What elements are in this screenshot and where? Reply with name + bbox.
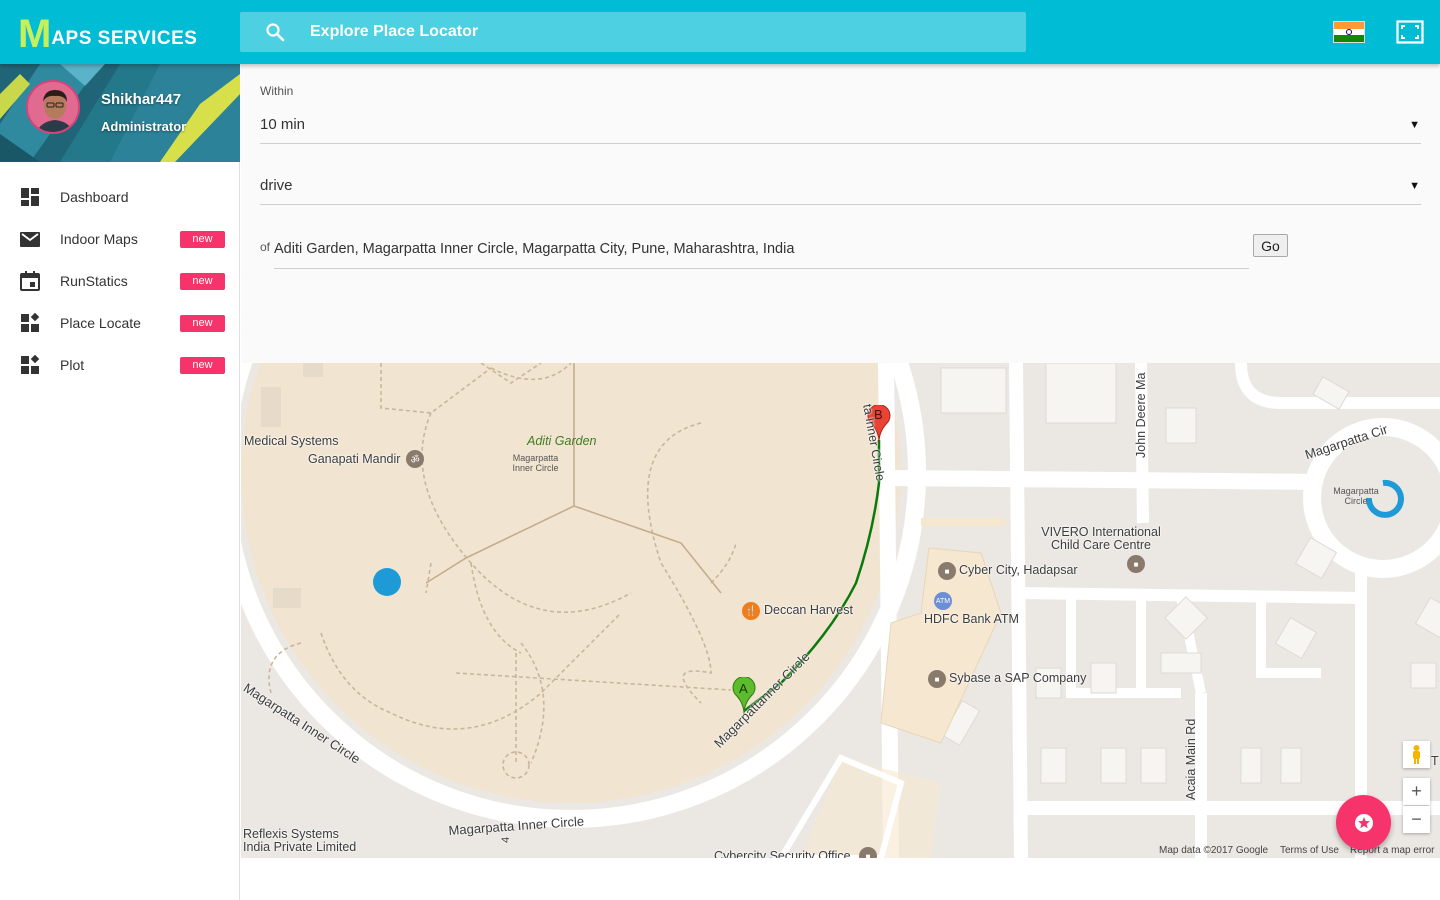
map-label-deccan-harvest: Deccan Harvest	[764, 603, 853, 617]
sidebar: Shikhar447 Administrator Dashboard Indoo…	[0, 64, 240, 900]
user-name: Shikhar447	[101, 91, 182, 108]
new-badge: new	[180, 231, 225, 248]
user-role: Administrator	[101, 119, 187, 134]
logo-text: APS SERVICES	[51, 28, 198, 49]
logo-initial: M	[18, 12, 52, 56]
dropdown-arrow-icon: ▼	[1409, 180, 1420, 192]
map-label-magarpatta-circle-small: Magarpatta Circle	[1333, 486, 1379, 506]
top-app-bar: M APS SERVICES Explore Place Locator	[0, 0, 1440, 64]
map-label-road-number: 4	[500, 836, 512, 843]
map-label-reflexis: Reflexis Systems India Private Limited	[243, 827, 357, 854]
new-badge: new	[180, 315, 225, 332]
map-label-john-deere: John Deere Ma	[1134, 372, 1148, 458]
travel-mode-select[interactable]: drive ▼	[260, 171, 1421, 205]
map-label-vivero: VIVERO International Child Care Centre	[1041, 525, 1161, 552]
address-prefix-label: of	[260, 240, 271, 254]
sidebar-item-label: Dashboard	[60, 189, 129, 205]
mail-icon	[20, 229, 40, 249]
address-input[interactable]	[274, 230, 1249, 269]
star-badge-icon	[1354, 813, 1373, 832]
india-flag-icon[interactable]	[1333, 21, 1365, 43]
map-label-hdfc-atm: HDFC Bank ATM	[924, 612, 1019, 626]
search-bar[interactable]: Explore Place Locator	[240, 12, 1026, 52]
within-select[interactable]: 10 min ▼	[260, 110, 1421, 144]
map-label-edge-t: T	[1431, 754, 1439, 768]
map-label-aditi-garden: Aditi Garden	[527, 434, 597, 448]
sidebar-item-dashboard[interactable]: Dashboard	[0, 176, 239, 218]
sidebar-item-runstatics[interactable]: RunStatics new	[0, 260, 239, 302]
sidebar-item-label: Indoor Maps	[60, 231, 138, 247]
sidebar-item-label: Plot	[60, 357, 85, 373]
map-data-attribution: Map data ©2017 Google	[1159, 845, 1269, 856]
go-button[interactable]: Go	[1253, 234, 1288, 257]
zoom-out-button[interactable]: −	[1403, 806, 1430, 833]
sidebar-item-label: RunStatics	[60, 273, 128, 289]
map-label-cybercity-security: Cybercity Security Office	[714, 849, 851, 858]
user-profile-header: Shikhar447 Administrator	[0, 64, 240, 162]
search-input[interactable]: Explore Place Locator	[310, 23, 478, 41]
temple-icon[interactable]: ॐ	[406, 450, 424, 468]
place-pin-icon[interactable]: ■	[859, 847, 877, 858]
isochrone-form: Within 10 min ▼ drive ▼ of Go	[241, 64, 1440, 363]
street-view-pegman-icon[interactable]	[1403, 741, 1430, 768]
sidebar-item-place-locate[interactable]: Place Locate new	[0, 302, 239, 344]
map-label-cyber-city: Cyber City, Hadapsar	[959, 563, 1078, 577]
floating-action-button[interactable]	[1336, 795, 1391, 850]
within-value: 10 min	[260, 116, 306, 133]
dropdown-arrow-icon: ▼	[1409, 119, 1420, 131]
place-pin-icon[interactable]: ■	[1127, 555, 1145, 573]
dashboard-icon	[20, 187, 40, 207]
map-label-ganapati-mandir: Ganapati Mandir	[308, 452, 401, 466]
place-pin-icon[interactable]: ■	[928, 670, 946, 688]
within-label: Within	[260, 84, 294, 98]
map-label-magarpatta-inner-circle-small: Magarpatta Inner Circle	[512, 453, 559, 473]
travel-mode-value: drive	[260, 177, 293, 194]
new-badge: new	[180, 273, 225, 290]
fullscreen-icon[interactable]	[1396, 20, 1424, 44]
app-logo[interactable]: M APS SERVICES	[18, 12, 198, 56]
terms-of-use-link[interactable]: Terms of Use	[1280, 845, 1339, 856]
map-label-sybase: Sybase a SAP Company	[949, 671, 1087, 685]
map-label-acaia-main-rd: Acaia Main Rd	[1184, 718, 1198, 800]
calendar-icon	[20, 271, 40, 291]
restaurant-icon[interactable]: 🍴	[742, 602, 760, 620]
sidebar-nav: Dashboard Indoor Maps new RunStatics new…	[0, 176, 239, 386]
widgets-icon	[20, 354, 40, 375]
avatar[interactable]	[26, 80, 80, 134]
sidebar-item-label: Place Locate	[60, 315, 141, 331]
place-pin-icon[interactable]: ■	[938, 562, 956, 580]
atm-icon[interactable]: ATM	[934, 592, 952, 610]
sidebar-item-plot[interactable]: Plot new	[0, 344, 239, 386]
zoom-in-button[interactable]: +	[1403, 778, 1430, 805]
search-icon[interactable]	[240, 12, 310, 52]
new-badge: new	[180, 357, 225, 374]
sidebar-item-indoor-maps[interactable]: Indoor Maps new	[0, 218, 239, 260]
widgets-icon	[20, 312, 40, 333]
map-label-medical-systems: Medical Systems	[244, 434, 339, 448]
marker-a-label: A	[739, 681, 748, 696]
map-view[interactable]: B A Medical Systems Ganapati Mandir ॐ Ad…	[241, 363, 1440, 858]
